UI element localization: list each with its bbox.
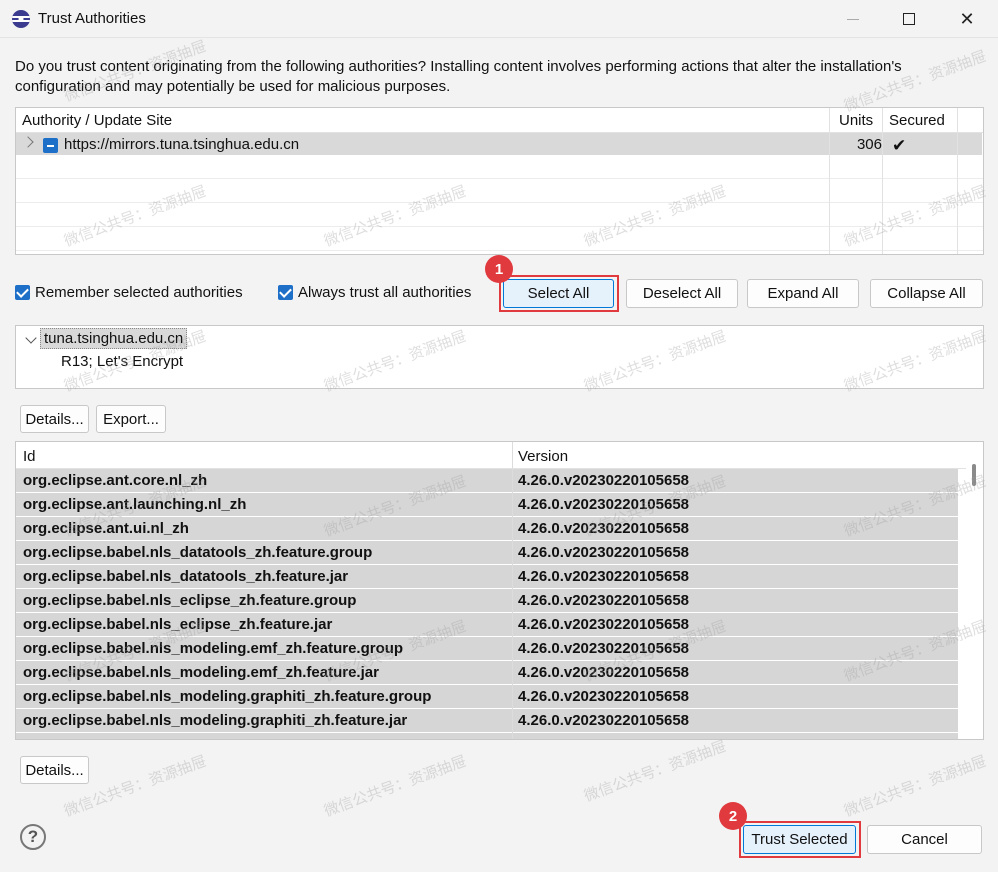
- scrollbar-thumb[interactable]: [972, 464, 976, 486]
- watermark: 微信公共号：资源抽屉: [841, 752, 989, 821]
- eclipse-app-icon: [12, 10, 30, 28]
- authority-units: 306: [856, 136, 882, 153]
- certificate-tree[interactable]: tuna.tsinghua.edu.cn R13; Let's Encrypt: [15, 325, 984, 389]
- partial-checkbox[interactable]: [43, 138, 58, 153]
- help-icon[interactable]: ?: [20, 824, 46, 850]
- table-row-partial[interactable]: [16, 733, 958, 739]
- authority-site-url: https://mirrors.tuna.tsinghua.edu.cn: [64, 136, 300, 153]
- iu-version: 4.26.0.v20230220105658: [518, 544, 690, 561]
- expand-all-button[interactable]: Expand All: [747, 279, 859, 308]
- highlight-trust-selected: [739, 821, 861, 858]
- close-icon: ✕: [959, 8, 975, 29]
- iu-version: 4.26.0.v20230220105658: [518, 616, 690, 633]
- watermark: 微信公共号：资源抽屉: [581, 737, 729, 806]
- export-button[interactable]: Export...: [96, 405, 166, 433]
- iu-version: 4.26.0.v20230220105658: [518, 472, 690, 489]
- minimize-button[interactable]: [828, 0, 878, 38]
- authority-table[interactable]: Authority / Update Site Units Secured ht…: [15, 107, 984, 255]
- iu-id: org.eclipse.babel.nls_datatools_zh.featu…: [23, 544, 373, 561]
- always-trust-label[interactable]: Always trust all authorities: [298, 284, 471, 301]
- table-row[interactable]: org.eclipse.ant.launching.nl_zh 4.26.0.v2…: [16, 493, 958, 517]
- iu-id: org.eclipse.babel.nls_eclipse_zh.feature…: [23, 592, 357, 609]
- column-header-secured[interactable]: Secured: [889, 112, 945, 129]
- step-badge-1: 1: [485, 255, 513, 283]
- row-divider: [16, 226, 983, 227]
- column-divider: [512, 442, 513, 739]
- iu-id: org.eclipse.ant.core.nl_zh: [23, 472, 208, 489]
- table-row[interactable]: org.eclipse.babel.nls_eclipse_zh.feature…: [16, 613, 958, 637]
- step-badge-2: 2: [719, 802, 747, 830]
- iu-version: 4.26.0.v20230220105658: [518, 592, 690, 609]
- table-row[interactable]: org.eclipse.babel.nls_modeling.emf_zh.fe…: [16, 661, 958, 685]
- table-row[interactable]: org.eclipse.ant.ui.nl_zh 4.26.0.v20230220…: [16, 517, 958, 541]
- cancel-button[interactable]: Cancel: [867, 825, 982, 854]
- table-row[interactable]: org.eclipse.babel.nls_datatools_zh.featu…: [16, 541, 958, 565]
- row-divider: [16, 178, 983, 179]
- minimize-icon: [847, 18, 859, 20]
- iu-id: org.eclipse.babel.nls_datatools_zh.featu…: [23, 568, 349, 585]
- column-divider: [882, 108, 883, 254]
- vertical-scrollbar[interactable]: [966, 442, 983, 739]
- iu-version: 4.26.0.v20230220105658: [518, 520, 690, 537]
- iu-id: org.eclipse.babel.nls_eclipse_zh.feature…: [23, 616, 333, 633]
- column-header-units[interactable]: Units: [839, 112, 873, 129]
- collapse-all-button[interactable]: Collapse All: [870, 279, 983, 308]
- installable-units-table[interactable]: Id Version org.eclipse.ant.core.nl_zh 4.2…: [15, 441, 984, 740]
- certificate-issuer[interactable]: R13; Let's Encrypt: [61, 353, 183, 370]
- close-button[interactable]: ✕: [942, 0, 992, 38]
- iu-id: org.eclipse.ant.ui.nl_zh: [23, 520, 189, 537]
- details-button-2[interactable]: Details...: [20, 756, 89, 784]
- column-header-id[interactable]: Id: [23, 448, 36, 465]
- watermark: 微信公共号：资源抽屉: [321, 752, 469, 821]
- table-row[interactable]: org.eclipse.babel.nls_eclipse_zh.feature…: [16, 589, 958, 613]
- maximize-button[interactable]: [884, 0, 934, 38]
- certificate-node[interactable]: tuna.tsinghua.edu.cn: [40, 328, 188, 349]
- iu-table-body: org.eclipse.ant.core.nl_zh 4.26.0.v202302…: [16, 469, 958, 739]
- title-bar: Trust Authorities ✕: [0, 0, 998, 38]
- iu-version: 4.26.0.v20230220105658: [518, 664, 690, 681]
- secured-check-icon: ✔: [892, 136, 907, 155]
- highlight-select-all: [499, 275, 619, 312]
- row-divider: [16, 250, 983, 251]
- iu-version: 4.26.0.v20230220105658: [518, 640, 690, 657]
- trust-description: Do you trust content originating from th…: [15, 58, 902, 95]
- iu-id: org.eclipse.babel.nls_modeling.graphiti_…: [23, 688, 432, 705]
- iu-id: org.eclipse.ant.launching.nl_zh: [23, 496, 247, 513]
- table-row[interactable]: org.eclipse.babel.nls_modeling.graphiti_…: [16, 709, 958, 733]
- iu-id: org.eclipse.babel.nls_modeling.emf_zh.fe…: [23, 664, 379, 681]
- always-trust-checkbox[interactable]: [278, 285, 293, 300]
- table-row[interactable]: org.eclipse.babel.nls_modeling.emf_zh.fe…: [16, 637, 958, 661]
- iu-version: 4.26.0.v20230220105658: [518, 496, 690, 513]
- iu-version: 4.26.0.v20230220105658: [518, 688, 690, 705]
- deselect-all-button[interactable]: Deselect All: [626, 279, 738, 308]
- authority-table-header: Authority / Update Site Units Secured: [16, 108, 983, 133]
- iu-id: org.eclipse.babel.nls_modeling.emf_zh.fe…: [23, 640, 404, 657]
- maximize-icon: [903, 13, 915, 25]
- column-header-authority[interactable]: Authority / Update Site: [22, 112, 172, 129]
- iu-version: 4.26.0.v20230220105658: [518, 712, 690, 729]
- chevron-down-icon[interactable]: [25, 332, 37, 344]
- iu-id: org.eclipse.babel.nls_modeling.graphiti_…: [23, 712, 408, 729]
- iu-table-header: Id Version: [16, 442, 966, 469]
- row-divider: [16, 202, 983, 203]
- column-divider: [829, 108, 830, 254]
- table-row[interactable]: org.eclipse.ant.core.nl_zh 4.26.0.v202302…: [16, 469, 958, 493]
- column-header-version[interactable]: Version: [518, 448, 568, 465]
- column-divider: [957, 108, 958, 254]
- remember-authorities-checkbox[interactable]: [15, 285, 30, 300]
- table-row[interactable]: org.eclipse.babel.nls_modeling.graphiti_…: [16, 685, 958, 709]
- window-title: Trust Authorities: [38, 10, 146, 27]
- table-row[interactable]: org.eclipse.babel.nls_datatools_zh.featu…: [16, 565, 958, 589]
- remember-authorities-label[interactable]: Remember selected authorities: [35, 284, 243, 301]
- details-button[interactable]: Details...: [20, 405, 89, 433]
- iu-version: 4.26.0.v20230220105658: [518, 568, 690, 585]
